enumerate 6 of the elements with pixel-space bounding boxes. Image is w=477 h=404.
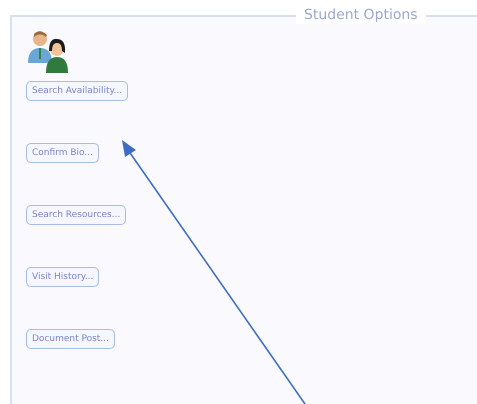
panel-title: Student Options bbox=[296, 6, 426, 24]
option-button[interactable]: Search Resources... bbox=[26, 205, 126, 225]
option-button[interactable]: Visit History... bbox=[26, 267, 100, 287]
option-button[interactable]: Confirm Bio... bbox=[26, 143, 99, 163]
option-button[interactable]: Search Availability... bbox=[26, 81, 128, 101]
option-button[interactable]: Document Post... bbox=[26, 329, 115, 349]
